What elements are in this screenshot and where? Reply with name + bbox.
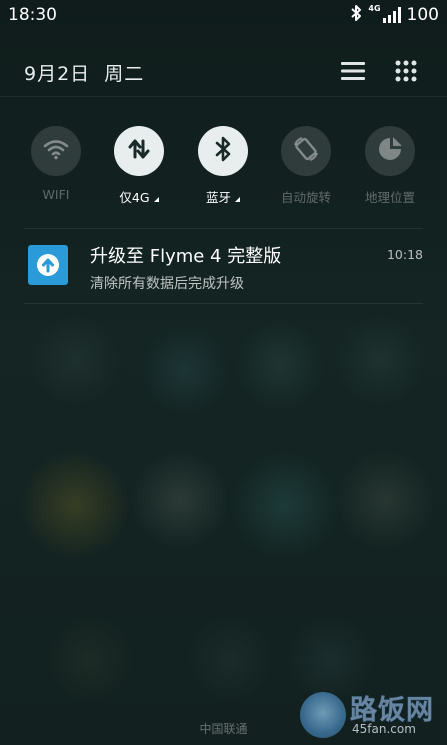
caret-icon bbox=[153, 197, 159, 202]
network-type: 4G bbox=[368, 4, 381, 13]
status-icons: 4G 100 bbox=[350, 5, 439, 25]
shade-header: 9月2日 周二 bbox=[0, 52, 447, 92]
toggle-location-label: 地理位置 bbox=[364, 190, 415, 205]
watermark-logo-icon bbox=[300, 692, 346, 738]
weekday-text: 周二 bbox=[104, 63, 145, 85]
notification-divider-top bbox=[24, 228, 423, 229]
watermark-url: 45fan.com bbox=[352, 722, 416, 736]
toggle-mobile-data[interactable]: 仅4G bbox=[99, 122, 179, 212]
settings-grid-button[interactable] bbox=[391, 58, 421, 88]
system-update-icon bbox=[28, 245, 68, 285]
caret-icon bbox=[235, 197, 240, 202]
data-transfer-icon bbox=[127, 137, 151, 165]
toggle-auto-rotate-circle bbox=[281, 126, 331, 176]
toggle-wifi[interactable]: WIFI bbox=[16, 122, 96, 212]
status-bar: 18:30 4G 100 bbox=[0, 0, 447, 30]
quick-toggles: WIFI 仅4G 蓝牙 自动旋转 地理位置 bbox=[0, 122, 447, 212]
toggle-auto-rotate[interactable]: 自动旋转 bbox=[266, 122, 346, 212]
auto-rotate-icon bbox=[292, 135, 320, 167]
location-icon bbox=[376, 135, 404, 167]
grid-dots-icon bbox=[394, 59, 418, 87]
toggle-wifi-circle bbox=[31, 126, 81, 176]
menu-list-icon bbox=[340, 60, 366, 86]
watermark: 路饭网 45fan.com bbox=[300, 688, 445, 740]
battery-level: 100 bbox=[406, 5, 439, 25]
notification-shade: 18:30 4G 100 9月2日 周二 WIFI 仅4G 蓝牙 自动旋转 地理… bbox=[0, 0, 447, 745]
toggle-location-circle bbox=[365, 126, 415, 176]
notification-title: 升级至 Flyme 4 完整版 bbox=[90, 246, 282, 267]
toggle-mobile-data-circle bbox=[114, 126, 164, 176]
notification-divider-bottom bbox=[24, 303, 423, 304]
toggle-auto-rotate-label: 自动旋转 bbox=[280, 190, 331, 205]
signal-icon bbox=[382, 7, 401, 23]
status-time: 18:30 bbox=[8, 5, 57, 25]
notification-time: 10:18 bbox=[386, 247, 423, 262]
date-text: 9月2日 bbox=[24, 63, 91, 85]
toggle-mobile-data-label: 仅4G bbox=[99, 187, 179, 206]
notification-item[interactable]: 升级至 Flyme 4 完整版 10:18 清除所有数据后完成升级 bbox=[24, 230, 423, 302]
toggle-bluetooth[interactable]: 蓝牙 bbox=[183, 122, 263, 212]
date-display[interactable]: 9月2日 周二 bbox=[24, 59, 144, 86]
toggle-bluetooth-circle bbox=[198, 126, 248, 176]
toggle-bluetooth-label: 蓝牙 bbox=[183, 187, 263, 206]
header-divider bbox=[0, 96, 447, 97]
toggle-location[interactable]: 地理位置 bbox=[350, 122, 430, 212]
bluetooth-icon bbox=[214, 136, 232, 166]
wifi-icon bbox=[43, 138, 69, 164]
notification-list-button[interactable] bbox=[338, 58, 368, 88]
notification-body: 清除所有数据后完成升级 bbox=[90, 276, 244, 292]
bluetooth-icon bbox=[350, 4, 362, 26]
toggle-wifi-label: WIFI bbox=[42, 187, 70, 202]
